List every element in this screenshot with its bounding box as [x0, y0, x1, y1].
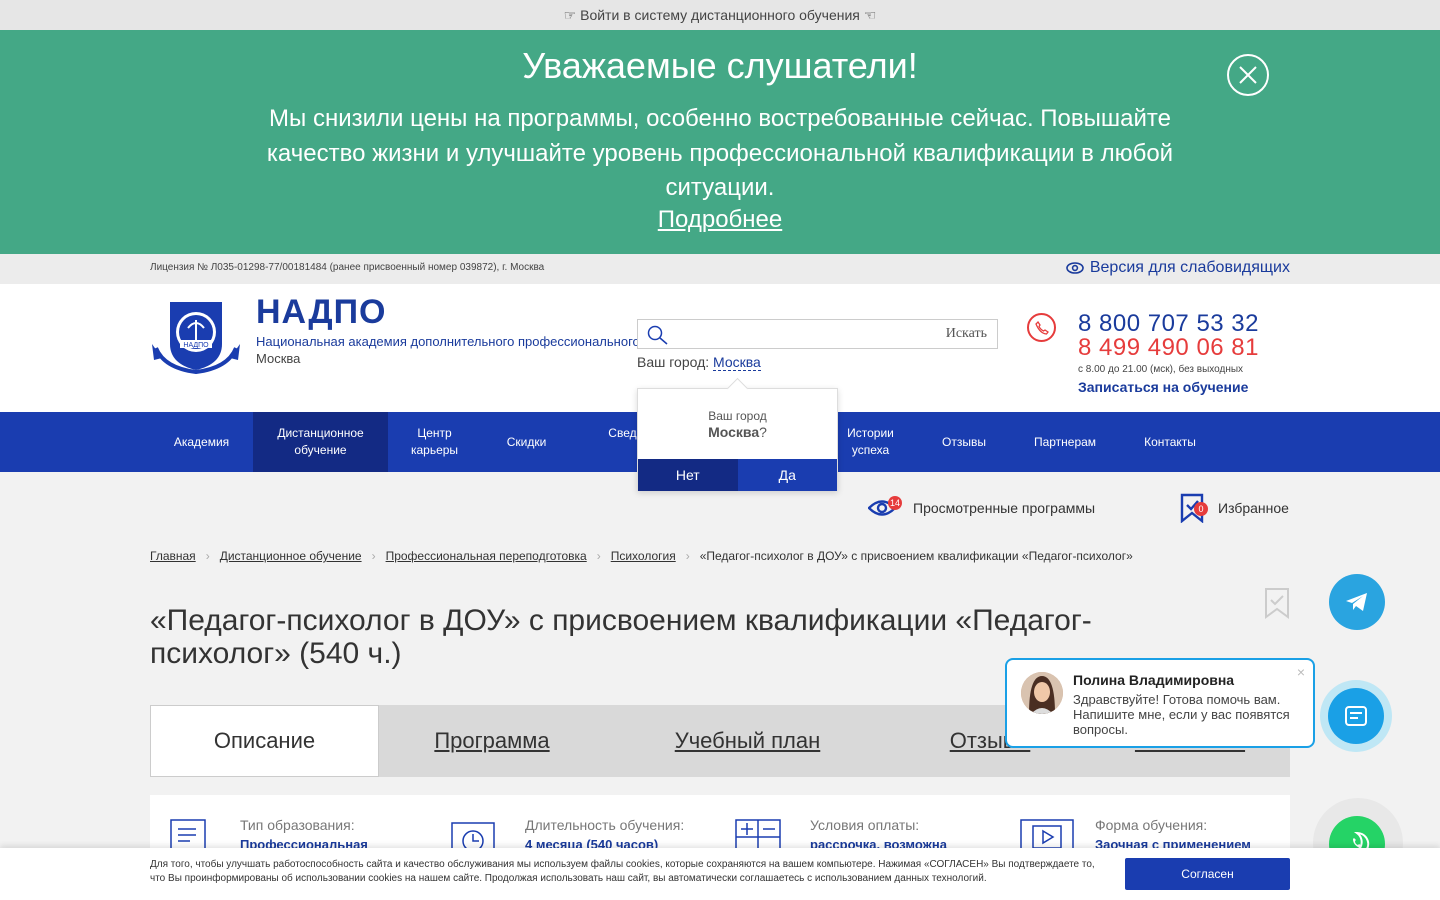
search-button[interactable]: Искать [946, 326, 987, 342]
info-education-type: Тип образования: Профессиональная [240, 817, 368, 852]
banner-more-link[interactable]: Подробнее [658, 206, 782, 234]
phone-secondary[interactable]: 8 499 490 06 81 [1078, 336, 1259, 360]
viewed-count-badge: 14 [888, 496, 902, 510]
tab-program[interactable]: Программа [379, 705, 605, 777]
announcement-banner: Уважаемые слушатели! Мы снизили цены на … [0, 30, 1440, 254]
cookie-text: Для того, чтобы улучшать работоспособнос… [150, 859, 1095, 884]
license-bar: Лицензия № Л035-01298-77/00181484 (ранее… [0, 254, 1440, 284]
cookie-notice: Для того, чтобы улучшать работоспособнос… [0, 848, 1440, 900]
nav-item-distance-learning[interactable]: Дистанционное обучение [253, 412, 388, 472]
city-confirm-popup: Ваш город Москва? Нет Да [637, 388, 838, 491]
info-label: Тип образования: [240, 817, 355, 833]
top-login-bar: ☞ Войти в систему дистанционного обучени… [0, 0, 1440, 30]
chat-agent-name: Полина Владимировна [1073, 672, 1235, 688]
breadcrumb-separator-icon: › [371, 549, 376, 563]
breadcrumb-current: «Педагог-психолог в ДОУ» с присвоением к… [699, 549, 1133, 563]
avatar [1021, 672, 1063, 714]
telegram-icon [1346, 593, 1367, 611]
license-text: Лицензия № Л035-01298-77/00181484 (ранее… [150, 262, 545, 273]
city-popup-question: Москва? [638, 424, 837, 440]
working-hours: с 8.00 до 21.00 (мск), без выходных [1078, 364, 1244, 375]
breadcrumb-psychology[interactable]: Психология [611, 549, 676, 563]
nav-item-academy[interactable]: Академия [150, 412, 253, 472]
search-box[interactable]: Искать [637, 319, 998, 349]
program-info-row: Тип образования: Профессиональная Длител… [150, 795, 1290, 855]
city-select-link[interactable]: Москва [713, 354, 761, 371]
search-icon [647, 325, 668, 345]
info-payment: Условия оплаты: рассрочка, возможна [810, 817, 947, 852]
city-popup-title: Ваш город [708, 409, 767, 423]
city-label: Ваш город: [637, 354, 714, 370]
viewed-programs-link[interactable]: 14 Просмотренные программы [868, 496, 1095, 520]
city-yes-button[interactable]: Да [737, 459, 837, 491]
city-popup-city: Москва [708, 424, 760, 440]
telegram-button[interactable] [1329, 574, 1385, 630]
nav-item-discounts[interactable]: Скидки [481, 412, 572, 472]
city-no-button[interactable]: Нет [638, 459, 738, 491]
nav-item-career-center[interactable]: Центр карьеры [388, 412, 481, 472]
city-popup-buttons: Нет Да [638, 459, 837, 491]
banner-text: Мы снизили цены на программы, особенно в… [266, 105, 1174, 201]
chat-close-icon[interactable]: × [1297, 664, 1305, 680]
low-vision-link[interactable]: Версия для слабовидящих [1066, 259, 1290, 277]
cookie-accept-button[interactable]: Согласен [1125, 858, 1290, 890]
favorites-shield-icon: 0 [1180, 493, 1208, 523]
chat-widget-button[interactable] [1320, 680, 1392, 752]
viewed-label: Просмотренные программы [913, 500, 1096, 516]
favorites-label: Избранное [1218, 500, 1289, 516]
nav-item-partners[interactable]: Партнерам [1012, 412, 1118, 472]
city-popup-question-mark: ? [759, 424, 767, 440]
logo-text: НАДПО [183, 342, 209, 349]
page-title: «Педагог-психолог в ДОУ» с присвоением к… [150, 604, 1092, 670]
tab-study-plan[interactable]: Учебный план [605, 705, 890, 777]
phone-icon [1027, 313, 1056, 342]
eye-icon [1066, 262, 1084, 274]
favorites-count-badge: 0 [1194, 502, 1208, 516]
phone-primary[interactable]: 8 800 707 53 32 [1078, 312, 1259, 336]
city-question: Ваш город: Москва [637, 354, 761, 371]
favorites-link[interactable]: 0 Избранное [1180, 493, 1289, 523]
breadcrumb-retraining[interactable]: Профессиональная переподготовка [386, 549, 587, 563]
info-duration: Длительность обучения: 4 месяца (540 час… [525, 817, 684, 852]
chat-widget-inner [1328, 688, 1384, 744]
bookmark-icon [1265, 588, 1289, 619]
breadcrumb-separator-icon: › [685, 549, 690, 563]
nav-item-reviews[interactable]: Отзывы [916, 412, 1012, 472]
nav-item-success-stories[interactable]: Истории успеха [825, 412, 916, 472]
breadcrumb-separator-icon: › [205, 549, 210, 563]
info-label: Форма обучения: [1095, 817, 1208, 833]
viewed-eye-icon: 14 [868, 496, 902, 520]
info-label: Условия оплаты: [810, 817, 920, 833]
phones-block: 8 800 707 53 32 8 499 490 06 81 с 8.00 д… [1078, 312, 1259, 396]
close-icon [1239, 66, 1257, 84]
breadcrumb-home[interactable]: Главная [150, 549, 196, 563]
breadcrumb-separator-icon: › [596, 549, 601, 563]
chat-popup[interactable]: Полина Владимировна Здравствуйте! Готова… [1005, 658, 1315, 748]
tab-description[interactable]: Описание [150, 705, 379, 777]
breadcrumb-distance-learning[interactable]: Дистанционное обучение [220, 549, 362, 563]
logo-emblem-icon: НАДПО [152, 302, 240, 375]
breadcrumb: Главная › Дистанционное обучение › Профе… [150, 549, 1133, 563]
chat-message-icon [1345, 706, 1367, 726]
banner-title: Уважаемые слушатели! [522, 45, 918, 86]
info-label: Длительность обучения: [525, 817, 685, 833]
enroll-link[interactable]: Записаться на обучение [1078, 379, 1259, 395]
nav-item-contacts[interactable]: Контакты [1118, 412, 1222, 472]
academy-logo[interactable]: НАДПО [150, 298, 242, 381]
chat-message: Здравствуйте! Готова помочь вам. Напишит… [1073, 692, 1290, 737]
low-vision-label: Версия для слабовидящих [1089, 259, 1290, 276]
add-to-favorites-button[interactable] [1264, 587, 1290, 624]
banner-close-button[interactable] [1227, 54, 1269, 96]
info-study-form: Форма обучения: Заочная с применением [1095, 817, 1251, 852]
distance-login-link[interactable]: ☞ Войти в систему дистанционного обучени… [564, 7, 877, 23]
